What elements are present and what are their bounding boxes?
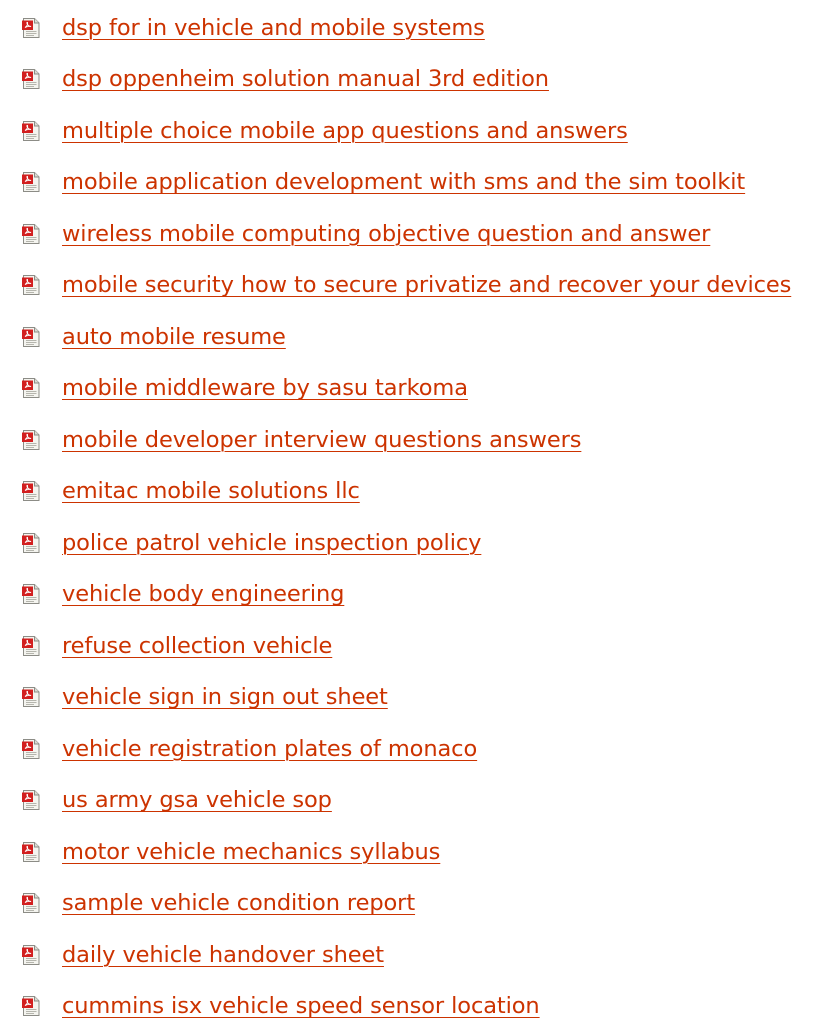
pdf-link[interactable]: mobile security how to secure privatize … xyxy=(62,272,791,298)
pdf-link[interactable]: police patrol vehicle inspection policy xyxy=(62,530,481,556)
pdf-link[interactable]: mobile middleware by sasu tarkoma xyxy=(62,375,468,401)
pdf-document-icon xyxy=(22,584,40,605)
pdf-document-icon xyxy=(22,275,40,296)
pdf-document-icon xyxy=(22,69,40,90)
pdf-link[interactable]: refuse collection vehicle xyxy=(62,633,332,659)
pdf-link[interactable]: cummins isx vehicle speed sensor locatio… xyxy=(62,993,540,1019)
list-item: wireless mobile computing objective ques… xyxy=(0,208,830,260)
pdf-document-icon xyxy=(22,790,40,811)
pdf-link[interactable]: vehicle registration plates of monaco xyxy=(62,736,477,762)
pdf-document-icon xyxy=(22,893,40,914)
pdf-document-icon xyxy=(22,738,40,759)
list-item: police patrol vehicle inspection policy xyxy=(0,517,830,569)
pdf-link[interactable]: vehicle sign in sign out sheet xyxy=(62,684,388,710)
list-item: vehicle registration plates of monaco xyxy=(0,723,830,775)
pdf-link[interactable]: wireless mobile computing objective ques… xyxy=(62,221,710,247)
pdf-link[interactable]: multiple choice mobile app questions and… xyxy=(62,118,628,144)
pdf-document-icon xyxy=(22,532,40,553)
pdf-link[interactable]: auto mobile resume xyxy=(62,324,286,350)
pdf-document-icon xyxy=(22,223,40,244)
pdf-link[interactable]: daily vehicle handover sheet xyxy=(62,942,384,968)
pdf-document-icon xyxy=(22,120,40,141)
list-item: mobile security how to secure privatize … xyxy=(0,260,830,312)
list-item: multiple choice mobile app questions and… xyxy=(0,105,830,157)
pdf-link-list: dsp for in vehicle and mobile systems ds… xyxy=(0,2,830,1023)
pdf-link[interactable]: dsp for in vehicle and mobile systems xyxy=(62,15,485,41)
list-item: dsp for in vehicle and mobile systems xyxy=(0,2,830,54)
list-item: mobile middleware by sasu tarkoma xyxy=(0,363,830,415)
pdf-document-icon xyxy=(22,481,40,502)
pdf-document-icon xyxy=(22,172,40,193)
list-item: vehicle sign in sign out sheet xyxy=(0,672,830,724)
list-item: motor vehicle mechanics syllabus xyxy=(0,826,830,878)
pdf-link[interactable]: motor vehicle mechanics syllabus xyxy=(62,839,440,865)
list-item: mobile application development with sms … xyxy=(0,157,830,209)
pdf-document-icon xyxy=(22,996,40,1017)
list-item: refuse collection vehicle xyxy=(0,620,830,672)
list-item: sample vehicle condition report xyxy=(0,878,830,930)
list-item: mobile developer interview questions ans… xyxy=(0,414,830,466)
list-item: auto mobile resume xyxy=(0,311,830,363)
pdf-document-icon xyxy=(22,17,40,38)
pdf-document-icon xyxy=(22,635,40,656)
list-item: emitac mobile solutions llc xyxy=(0,466,830,518)
pdf-document-icon xyxy=(22,687,40,708)
list-item: vehicle body engineering xyxy=(0,569,830,621)
pdf-link[interactable]: mobile application development with sms … xyxy=(62,169,745,195)
pdf-document-icon xyxy=(22,944,40,965)
pdf-document-icon xyxy=(22,378,40,399)
pdf-link[interactable]: emitac mobile solutions llc xyxy=(62,478,360,504)
list-item: us army gsa vehicle sop xyxy=(0,775,830,827)
pdf-link[interactable]: sample vehicle condition report xyxy=(62,890,415,916)
pdf-document-icon xyxy=(22,429,40,450)
list-item: cummins isx vehicle speed sensor locatio… xyxy=(0,981,830,1023)
pdf-document-icon xyxy=(22,326,40,347)
pdf-link[interactable]: vehicle body engineering xyxy=(62,581,344,607)
list-item: dsp oppenheim solution manual 3rd editio… xyxy=(0,54,830,106)
pdf-link[interactable]: us army gsa vehicle sop xyxy=(62,787,332,813)
pdf-link[interactable]: dsp oppenheim solution manual 3rd editio… xyxy=(62,66,549,92)
list-item: daily vehicle handover sheet xyxy=(0,929,830,981)
pdf-document-icon xyxy=(22,841,40,862)
pdf-link[interactable]: mobile developer interview questions ans… xyxy=(62,427,581,453)
